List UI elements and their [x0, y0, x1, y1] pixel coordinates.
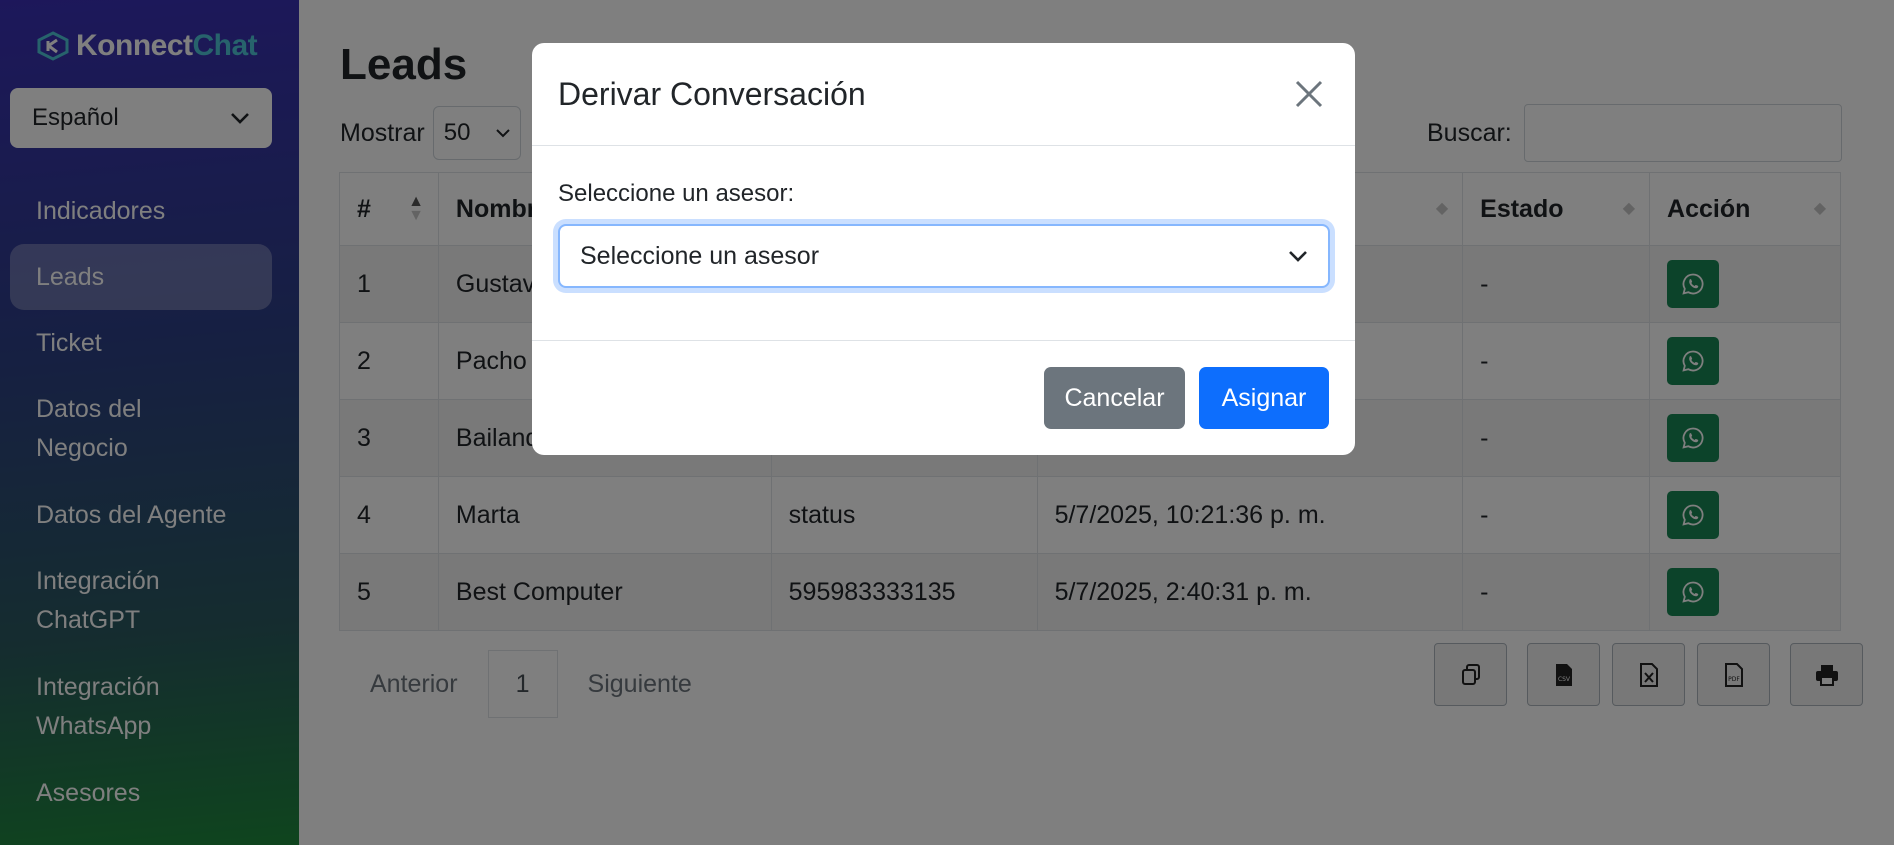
close-button[interactable]: [1289, 74, 1329, 114]
modal-title: Derivar Conversación: [558, 75, 866, 112]
advisor-select-value: Seleccione un asesor: [580, 241, 820, 270]
modal-footer: Cancelar Asignar: [532, 341, 1355, 455]
advisor-select[interactable]: Seleccione un asesor: [558, 224, 1330, 288]
modal-header: Derivar Conversación: [532, 43, 1355, 146]
close-icon: [1295, 80, 1323, 108]
chevron-down-icon: [1289, 251, 1307, 262]
assign-button[interactable]: Asignar: [1199, 367, 1329, 429]
modal-body: Seleccione un asesor: Seleccione un ases…: [532, 146, 1355, 341]
cancel-button[interactable]: Cancelar: [1044, 367, 1185, 429]
assign-modal: Derivar Conversación Seleccione un aseso…: [532, 43, 1355, 455]
advisor-label: Seleccione un asesor:: [558, 180, 795, 207]
